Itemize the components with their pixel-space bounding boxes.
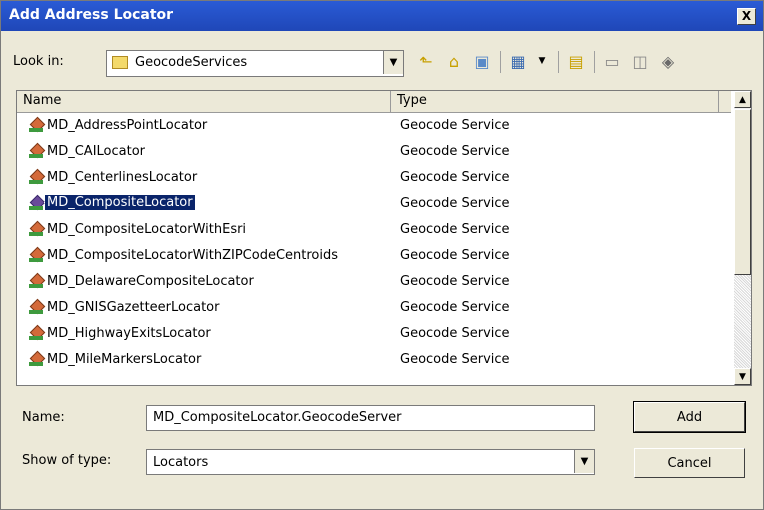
list-item[interactable]: MD_CAILocator Geocode Service bbox=[17, 139, 733, 165]
vertical-scrollbar[interactable]: ▲ ▼ bbox=[734, 91, 751, 385]
list-item[interactable]: MD_GNISGazetteerLocator Geocode Service bbox=[17, 295, 733, 321]
list-item-type: Geocode Service bbox=[400, 170, 510, 185]
list-item-type: Geocode Service bbox=[400, 248, 510, 263]
list-item[interactable]: MD_MileMarkersLocator Geocode Service bbox=[17, 347, 733, 373]
locator-icon bbox=[29, 246, 46, 263]
dialog-title: Add Address Locator bbox=[9, 7, 174, 23]
look-in-dropdown[interactable]: GeocodeServices ▼ bbox=[106, 50, 404, 77]
scroll-down-icon[interactable]: ▼ bbox=[734, 368, 751, 385]
add-button[interactable]: Add bbox=[633, 401, 746, 433]
scroll-up-icon[interactable]: ▲ bbox=[734, 91, 751, 108]
list-item-type: Geocode Service bbox=[400, 352, 510, 367]
folder-icon bbox=[112, 56, 128, 69]
locator-icon bbox=[29, 194, 46, 211]
list-item-name: MD_CenterlinesLocator bbox=[47, 170, 198, 185]
list-item-name: MD_HighwayExitsLocator bbox=[47, 326, 211, 341]
scrollbar-thumb[interactable] bbox=[734, 109, 751, 275]
show-of-type-label: Show of type: bbox=[22, 453, 112, 468]
list-item-name: MD_CompositeLocatorWithZIPCodeCentroids bbox=[47, 248, 339, 263]
list-item-type: Geocode Service bbox=[400, 118, 510, 133]
column-header-name[interactable]: Name bbox=[17, 91, 391, 113]
toolbar-separator bbox=[558, 51, 559, 73]
column-header-filler bbox=[719, 91, 731, 113]
list-item-name: MD_CompositeLocator bbox=[44, 194, 196, 211]
column-header-type[interactable]: Type bbox=[391, 91, 719, 113]
locator-icon bbox=[29, 298, 46, 315]
locator-icon bbox=[29, 142, 46, 159]
locator-icon bbox=[29, 168, 46, 185]
list-item[interactable]: MD_DelawareCompositeLocator Geocode Serv… bbox=[17, 269, 733, 295]
locator-icon bbox=[29, 272, 46, 289]
locator-icon bbox=[29, 220, 46, 237]
list-item[interactable]: MD_HighwayExitsLocator Geocode Service bbox=[17, 321, 733, 347]
connect-folder-icon[interactable]: ▣ bbox=[470, 49, 494, 73]
list-item-name: MD_MileMarkersLocator bbox=[47, 352, 202, 367]
new-folder-icon[interactable]: ▤ bbox=[564, 49, 588, 73]
toolbar-separator bbox=[594, 51, 595, 73]
list-item[interactable]: MD_CompositeLocatorWithZIPCodeCentroids … bbox=[17, 243, 733, 269]
list-item-name: MD_AddressPointLocator bbox=[47, 118, 208, 133]
home-icon[interactable]: ⌂ bbox=[442, 49, 466, 73]
show-of-type-dropdown[interactable]: Locators ▼ bbox=[146, 449, 595, 475]
database-icon[interactable]: ◈ bbox=[656, 49, 680, 73]
scrollbar-track[interactable] bbox=[734, 275, 751, 368]
list-item-type: Geocode Service bbox=[400, 222, 510, 237]
up-one-level-icon[interactable]: ⬑ bbox=[414, 49, 438, 73]
name-field[interactable]: MD_CompositeLocator.GeocodeServer bbox=[146, 405, 595, 431]
new-item-icon[interactable]: ◫ bbox=[628, 49, 652, 73]
close-button[interactable]: X bbox=[737, 8, 756, 25]
chevron-down-icon[interactable]: ▼ bbox=[383, 51, 403, 74]
list-item[interactable]: MD_CompositeLocatorWithEsri Geocode Serv… bbox=[17, 217, 733, 243]
add-address-locator-dialog: Add Address Locator X Look in: GeocodeSe… bbox=[0, 0, 764, 510]
list-item[interactable]: MD_CenterlinesLocator Geocode Service bbox=[17, 165, 733, 191]
look-in-label: Look in: bbox=[13, 54, 64, 69]
look-in-value: GeocodeServices bbox=[135, 55, 248, 70]
list-item-name: MD_CompositeLocatorWithEsri bbox=[47, 222, 247, 237]
locator-icon bbox=[29, 324, 46, 341]
name-label: Name: bbox=[22, 410, 65, 425]
show-of-type-value: Locators bbox=[153, 455, 209, 470]
catalog-icon[interactable]: ▭ bbox=[600, 49, 624, 73]
locator-icon bbox=[29, 116, 46, 133]
list-item-type: Geocode Service bbox=[400, 326, 510, 341]
list-item-name: MD_CAILocator bbox=[47, 144, 146, 159]
toolbar: ⬑ ⌂ ▣ ▦ ▼ ▤ ▭ ◫ ◈ bbox=[412, 47, 752, 77]
list-item-type: Geocode Service bbox=[400, 196, 510, 211]
chevron-down-icon[interactable]: ▼ bbox=[530, 49, 554, 73]
chevron-down-icon[interactable]: ▼ bbox=[574, 450, 594, 473]
details-view-icon[interactable]: ▦ bbox=[506, 49, 530, 73]
list-item-name: MD_DelawareCompositeLocator bbox=[47, 274, 254, 289]
locator-list[interactable]: Name Type MD_AddressPointLocator Geocode… bbox=[16, 90, 752, 386]
title-bar: Add Address Locator X bbox=[1, 1, 763, 31]
list-item-type: Geocode Service bbox=[400, 144, 510, 159]
toolbar-separator bbox=[500, 51, 501, 73]
list-item-selected[interactable]: MD_CompositeLocator Geocode Service bbox=[17, 191, 733, 217]
list-item-name: MD_GNISGazetteerLocator bbox=[47, 300, 220, 315]
list-item-type: Geocode Service bbox=[400, 300, 510, 315]
list-item-type: Geocode Service bbox=[400, 274, 510, 289]
list-item[interactable]: MD_AddressPointLocator Geocode Service bbox=[17, 113, 733, 139]
locator-icon bbox=[29, 350, 46, 367]
cancel-button[interactable]: Cancel bbox=[634, 448, 745, 478]
